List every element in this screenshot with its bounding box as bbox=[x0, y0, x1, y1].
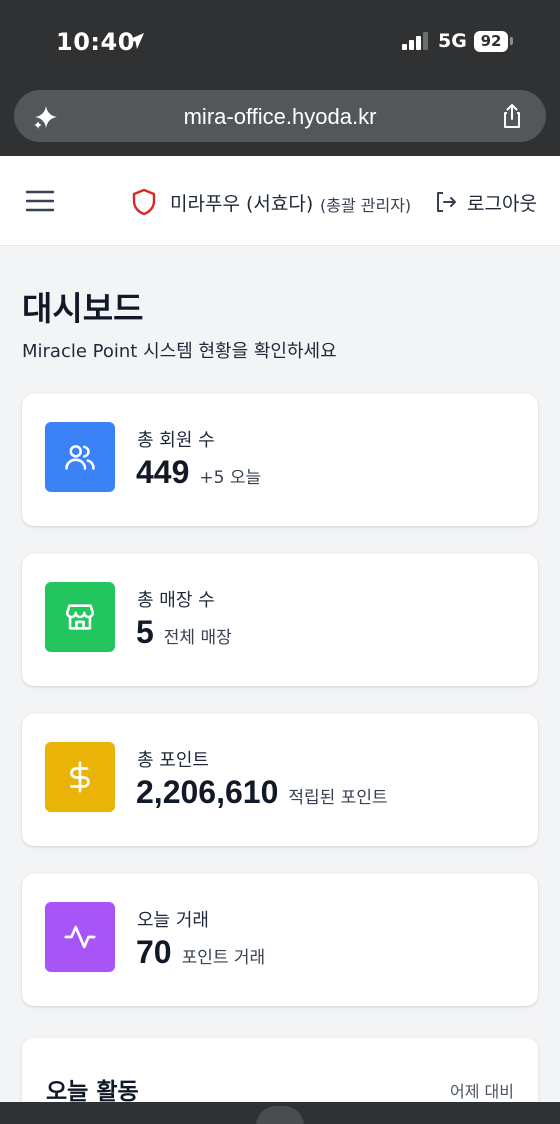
stat-label: 오늘 거래 bbox=[137, 910, 209, 931]
tabs-button[interactable] bbox=[256, 1106, 304, 1124]
stat-card-members: 총 회원 수 449 +5 오늘 bbox=[22, 394, 538, 526]
activity-title: 오늘 활동 bbox=[46, 1079, 139, 1105]
stat-value: 449 bbox=[136, 454, 190, 490]
stat-card-points: 총 포인트 2,206,610 적립된 포인트 bbox=[22, 714, 538, 846]
stat-sub: +5 오늘 bbox=[199, 468, 262, 488]
battery-icon: 92 bbox=[474, 31, 508, 52]
page-title: 대시보드 bbox=[22, 289, 144, 328]
stat-value-row: 70 포인트 거래 bbox=[136, 934, 265, 971]
stat-value: 5 bbox=[136, 614, 154, 650]
stat-label: 총 매장 수 bbox=[137, 590, 215, 611]
browser-url-area: mira-office.hyoda.kr bbox=[0, 84, 560, 156]
dollar-icon bbox=[70, 761, 90, 793]
stat-icon-box bbox=[45, 582, 115, 652]
store-icon bbox=[65, 604, 95, 630]
network-type: 5G bbox=[438, 30, 467, 52]
user-role: (총괄 관리자) bbox=[320, 196, 412, 215]
user-name: 미라푸우 (서효다) bbox=[170, 193, 314, 215]
activity-compare-label: 어제 대비 bbox=[450, 1082, 514, 1101]
signal-icon bbox=[402, 32, 428, 50]
url-text[interactable]: mira-office.hyoda.kr bbox=[14, 104, 546, 130]
hamburger-menu-icon[interactable] bbox=[26, 189, 54, 213]
stat-value-row: 449 +5 오늘 bbox=[136, 454, 261, 491]
shield-icon bbox=[132, 188, 156, 216]
stat-icon-box bbox=[45, 902, 115, 972]
address-bar[interactable]: mira-office.hyoda.kr bbox=[14, 90, 546, 142]
stat-icon-box bbox=[45, 742, 115, 812]
stat-icon-box bbox=[45, 422, 115, 492]
status-time: 10:40 bbox=[56, 28, 135, 56]
stat-label: 총 회원 수 bbox=[137, 430, 215, 451]
users-icon bbox=[65, 445, 95, 470]
logout-icon[interactable] bbox=[434, 190, 458, 214]
stat-value: 70 bbox=[136, 934, 172, 970]
browser-bottom-bar bbox=[0, 1102, 560, 1124]
location-arrow-icon bbox=[128, 33, 144, 49]
stat-sub: 전체 매장 bbox=[163, 628, 232, 648]
stat-value: 2,206,610 bbox=[136, 774, 279, 810]
logout-button[interactable]: 로그아웃 bbox=[467, 189, 537, 216]
stat-sub: 포인트 거래 bbox=[181, 948, 266, 968]
app-header: 미라푸우 (서효다) (총괄 관리자) 로그아웃 bbox=[0, 156, 560, 246]
page-subtitle: Miracle Point 시스템 현황을 확인하세요 bbox=[22, 341, 337, 362]
share-icon[interactable] bbox=[498, 102, 526, 130]
activity-icon bbox=[64, 925, 96, 949]
stat-card-stores: 총 매장 수 5 전체 매장 bbox=[22, 554, 538, 686]
stat-value-row: 2,206,610 적립된 포인트 bbox=[136, 774, 388, 811]
stat-sub: 적립된 포인트 bbox=[288, 788, 388, 808]
battery-tip bbox=[510, 37, 513, 45]
status-bar: 10:40 5G 92 bbox=[0, 0, 560, 84]
stat-label: 총 포인트 bbox=[137, 750, 209, 771]
stat-card-transactions: 오늘 거래 70 포인트 거래 bbox=[22, 874, 538, 1006]
stat-value-row: 5 전체 매장 bbox=[136, 614, 232, 651]
